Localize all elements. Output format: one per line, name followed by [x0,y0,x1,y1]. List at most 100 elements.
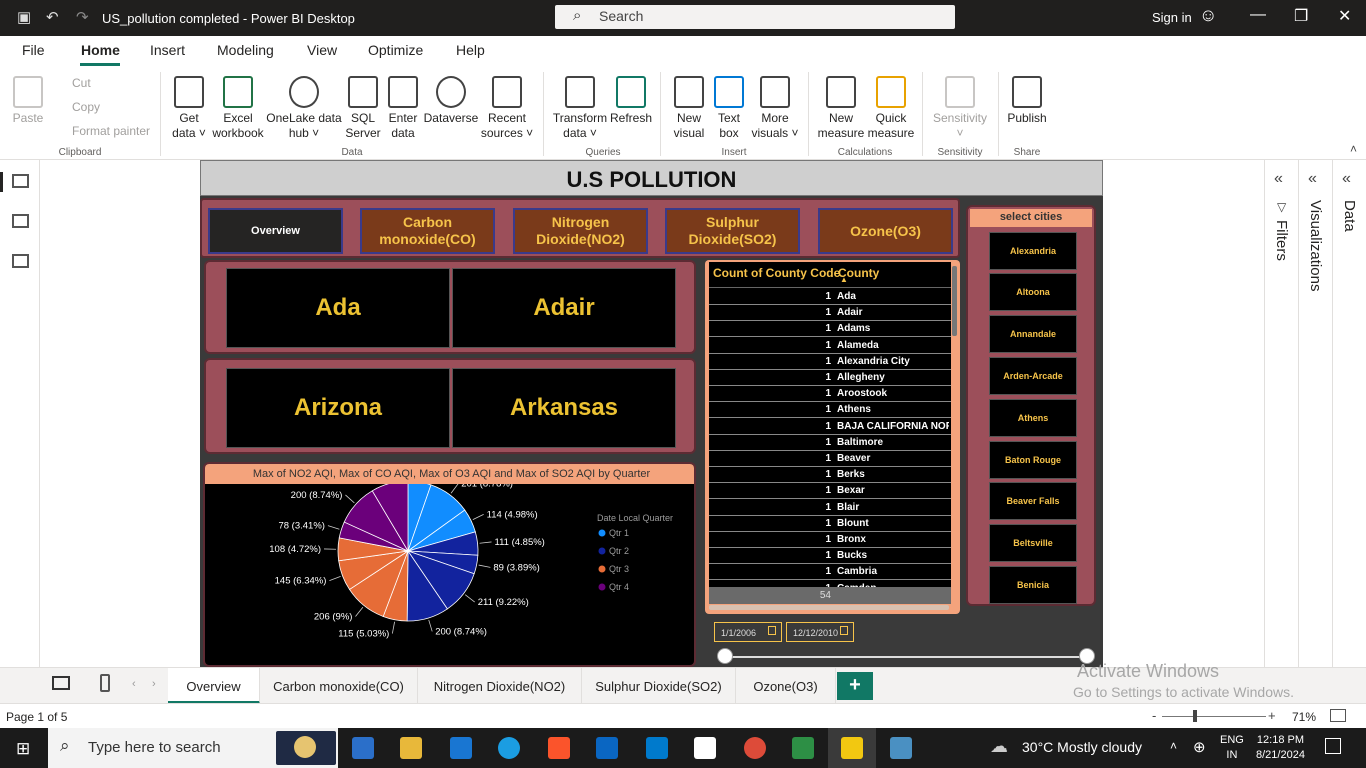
new-measure-button[interactable]: New measure [816,76,866,141]
taskbar-search-input[interactable]: ⌕ Type here to search [48,728,338,768]
page-tab-so2[interactable]: Sulphur Dioxide(SO2) [582,668,736,704]
city-option[interactable]: Beltsville [989,524,1077,562]
page-tab-overview[interactable]: Overview [168,668,260,704]
table-row[interactable]: 1 Alameda [709,338,951,354]
table-view-icon[interactable] [12,214,29,228]
publish-button[interactable]: Publish [1006,76,1048,126]
report-view-icon[interactable] [12,174,29,188]
notifications-icon[interactable] [1325,738,1341,754]
legend-entry[interactable]: Qtr 4 [609,582,629,592]
visualizations-pane[interactable]: « Visualizations [1298,160,1332,667]
windows-start-icon[interactable]: ⊞ [16,739,30,759]
edge-icon[interactable] [498,737,520,759]
mail-icon[interactable] [450,737,472,759]
clock[interactable]: 12:18 PM 8/21/2024 [1256,733,1305,763]
menu-home[interactable]: Home [81,42,120,58]
chrome-icon[interactable] [744,737,766,759]
sensitivity-button[interactable]: Sensitivity ˅ [930,76,990,141]
zoom-slider[interactable] [1162,716,1266,717]
expand-filters-icon[interactable]: « [1274,170,1283,188]
table-row[interactable]: 1 Aroostook [709,386,951,403]
date-range-slider[interactable] [725,656,1087,658]
table-row[interactable]: 1 Bronx [709,532,951,548]
city-option[interactable]: Annandale [989,315,1077,353]
city-option[interactable]: Arden-Arcade [989,357,1077,395]
sign-in-link[interactable]: Sign in [1152,10,1192,25]
sql-server-button[interactable]: SQL Server [342,76,384,141]
table-row[interactable]: 1 Athens [709,402,951,419]
add-page-button[interactable]: + [837,672,873,700]
desktop-layout-icon[interactable] [52,676,70,690]
recent-sources-button[interactable]: Recent sources ˅ [480,76,534,141]
legend-entry[interactable]: Qtr 1 [609,528,629,538]
expand-data-icon[interactable]: « [1342,170,1351,188]
cut-button[interactable]: Cut [72,76,91,90]
filters-label[interactable]: Filters [1273,220,1290,261]
quick-measure-button[interactable]: Quick measure [866,76,916,141]
copy-button[interactable]: Copy [72,100,100,114]
text-box-button[interactable]: Text box [712,76,746,141]
nav-button-o3[interactable]: Ozone(O3) [818,208,953,254]
nav-button-overview[interactable]: Overview [208,208,343,254]
page-tab-o3[interactable]: Ozone(O3) [736,668,836,704]
table-row[interactable]: 1 Adams [709,321,951,338]
city-option[interactable]: Altoona [989,273,1077,311]
menu-modeling[interactable]: Modeling [217,42,274,58]
snipping-icon[interactable] [890,737,912,759]
slider-start-handle[interactable] [717,648,733,664]
store-icon[interactable] [352,737,374,759]
table-row[interactable]: 1 Blount [709,516,951,532]
kpi-card[interactable]: Adair [452,268,676,348]
nav-button-so2[interactable]: Sulphur Dioxide(SO2) [665,208,800,254]
brave-icon[interactable] [548,737,570,759]
city-option[interactable]: Alexandria [989,232,1077,270]
county-table-visual[interactable]: Count of County Code County ▲ 1 Ada 1 Adair… [705,260,960,614]
account-icon[interactable]: ☺ [1199,5,1217,26]
close-button[interactable]: ✕ [1338,6,1351,26]
meet-icon[interactable] [792,737,814,759]
redo-icon[interactable]: ↷ [76,8,89,26]
table-row[interactable]: 1 Allegheny [709,370,951,386]
transform-data-button[interactable]: Transform data ˅ [552,76,608,141]
kpi-card[interactable]: Arkansas [452,368,676,448]
more-visuals-button[interactable]: More visuals ˅ [748,76,802,141]
search-input[interactable]: ⌕ Search [555,5,955,29]
nav-button-no2[interactable]: Nitrogen Dioxide(NO2) [513,208,648,254]
menu-optimize[interactable]: Optimize [368,42,423,58]
column-header-count[interactable]: Count of County Code [713,266,840,280]
visualizations-label[interactable]: Visualizations [1307,200,1324,291]
powerbi-taskbar-item[interactable] [828,728,876,768]
kpi-card[interactable]: Arizona [226,368,450,448]
dataverse-button[interactable]: Dataverse [422,76,480,126]
end-date-input[interactable]: 12/12/2010 [786,622,854,642]
county-table[interactable]: Count of County Code County ▲ 1 Ada 1 Adair… [709,262,951,596]
table-row[interactable]: 1 Beaver [709,451,951,467]
file-explorer-icon[interactable] [400,737,422,759]
city-option[interactable]: Athens [989,399,1077,437]
nav-button-co[interactable]: Carbon monoxide(CO) [360,208,495,254]
model-view-icon[interactable] [12,254,29,268]
app-icon[interactable] [694,737,716,759]
menu-insert[interactable]: Insert [150,42,185,58]
menu-help[interactable]: Help [456,42,485,58]
pie-chart[interactable]: 110 (4.81%)201 (8.78%)114 (4.98%)111 (4.… [205,484,696,667]
city-option[interactable]: Beaver Falls [989,482,1077,520]
table-row[interactable]: 1 Bexar [709,483,951,500]
next-page-icon[interactable]: › [152,678,156,690]
onelake-data-hub-button[interactable]: OneLake data hub ˅ [266,76,342,141]
city-option[interactable]: Baton Rouge [989,441,1077,479]
data-pane[interactable]: « Data [1332,160,1366,667]
mobile-layout-icon[interactable] [100,674,110,692]
table-row[interactable]: 1 Ada [709,289,951,305]
vscode-icon[interactable] [646,737,668,759]
kpi-card[interactable]: Ada [226,268,450,348]
excel-workbook-button[interactable]: Excel workbook [210,76,266,141]
zoom-out-icon[interactable]: - [1152,708,1156,723]
get-data-button[interactable]: Get data ˅ [168,76,210,141]
save-icon[interactable]: ▣ [17,8,31,26]
table-row[interactable]: 1 Blair [709,500,951,516]
paste-button[interactable]: Paste [10,76,46,126]
data-label[interactable]: Data [1341,200,1358,232]
menu-view[interactable]: View [307,42,337,58]
tray-chevron-icon[interactable]: ˄ [1170,739,1177,753]
